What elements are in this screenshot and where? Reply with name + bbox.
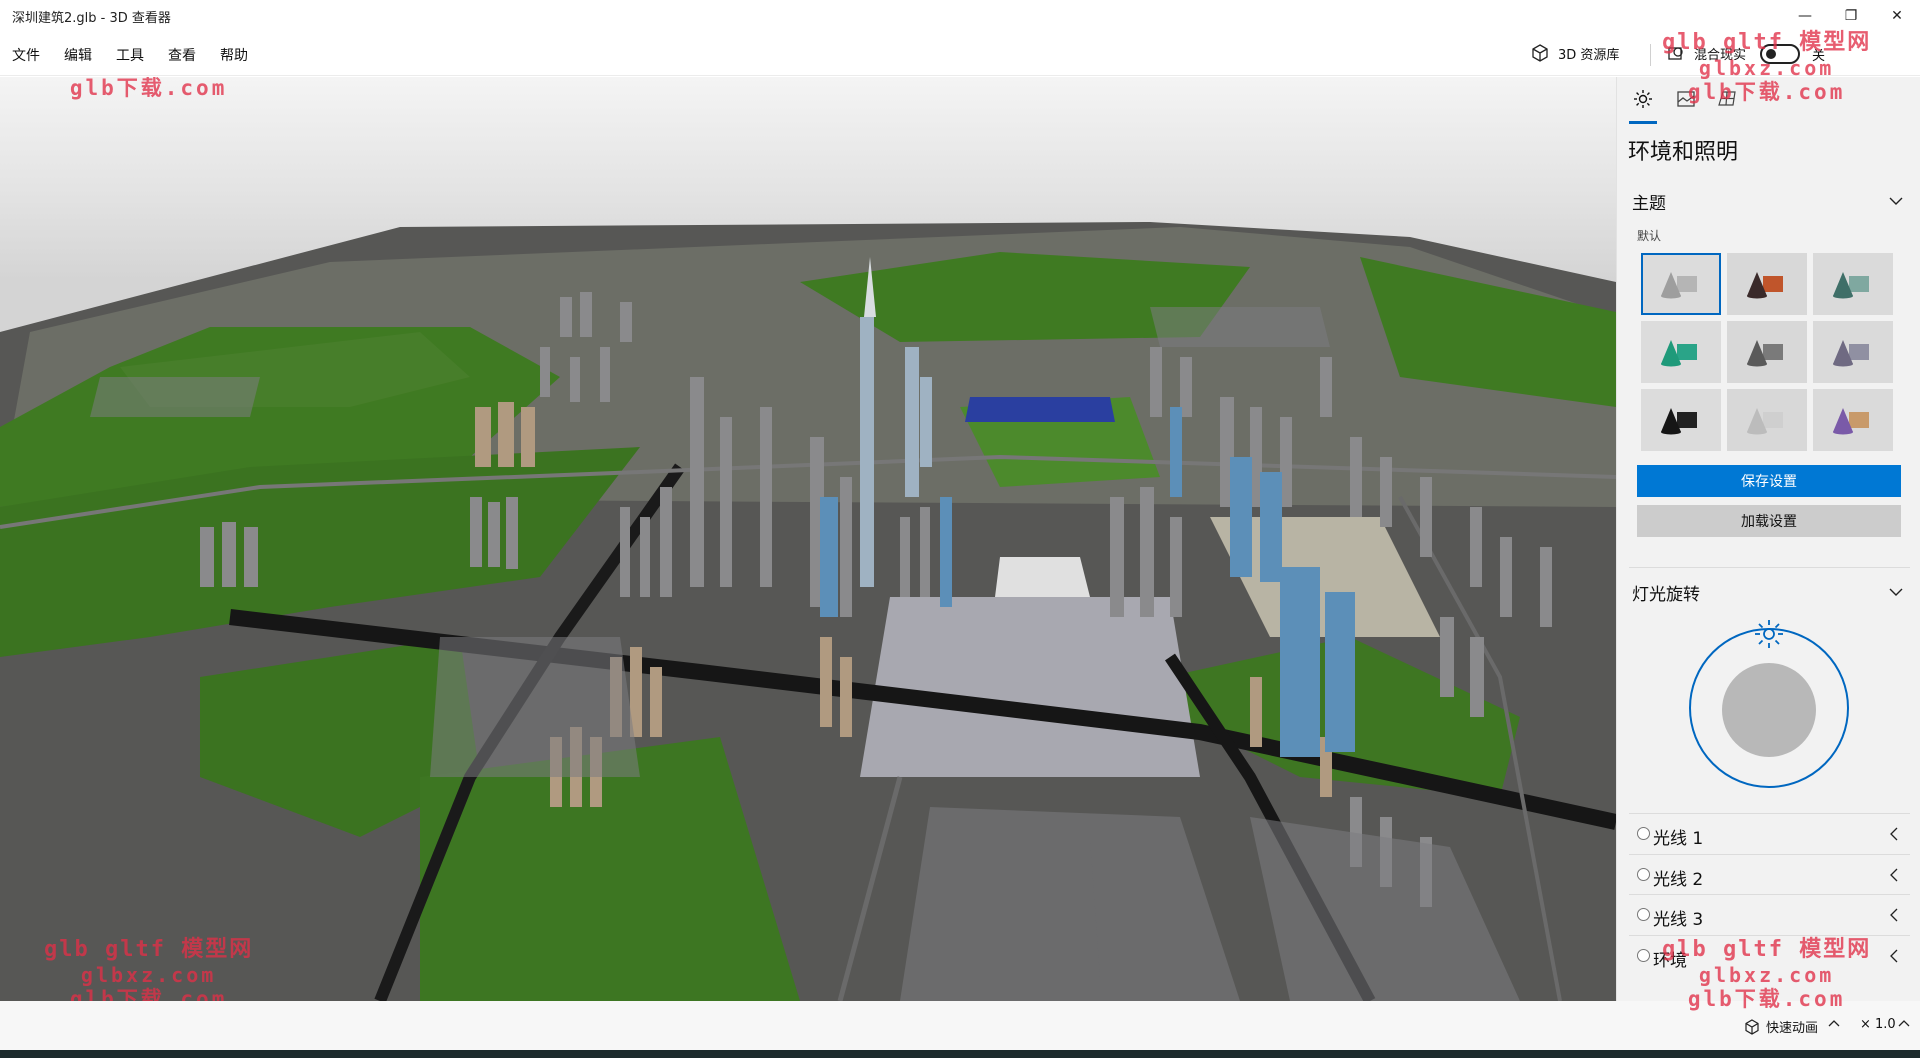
window-title: 深圳建筑2.glb - 3D 查看器 xyxy=(12,11,171,26)
menu-view[interactable]: 查看 xyxy=(168,45,196,65)
theme-preview-icon xyxy=(1661,272,1697,299)
mixed-reality-button[interactable]: 混合现实 xyxy=(1666,43,1746,63)
light-row[interactable]: 光线 3 xyxy=(1617,895,1920,935)
light-label: 光线 1 xyxy=(1653,829,1704,849)
light-label: 环境 xyxy=(1653,951,1687,971)
theme-tile[interactable] xyxy=(1727,389,1807,451)
theme-preview-icon xyxy=(1833,340,1869,367)
theme-tile[interactable] xyxy=(1641,253,1721,315)
mixed-reality-icon xyxy=(1668,47,1683,60)
environment-panel: 环境和照明 主题 默认 保存设置 加载设置 灯光旋转 光线 1 光线 2 光线 3 环… xyxy=(1616,77,1920,1001)
grid-icon xyxy=(1718,91,1736,106)
divider xyxy=(1629,854,1910,855)
chevron-left-icon[interactable] xyxy=(1889,826,1899,842)
theme-default-label: 默认 xyxy=(1637,229,1662,243)
tab-environment[interactable] xyxy=(1629,87,1657,124)
close-button[interactable]: ✕ xyxy=(1874,0,1920,32)
mixed-reality-state: 关 xyxy=(1812,49,1826,64)
theme-tile[interactable] xyxy=(1727,253,1807,315)
light-row[interactable]: 环境 xyxy=(1617,936,1920,976)
taskbar xyxy=(0,1050,1920,1058)
minimize-icon: — xyxy=(1798,8,1812,24)
status-bar: 快速动画 × 1.0 xyxy=(0,1001,1920,1050)
maximize-button[interactable]: ❐ xyxy=(1828,0,1874,32)
light-radio[interactable] xyxy=(1637,827,1650,840)
theme-tile[interactable] xyxy=(1813,321,1893,383)
divider xyxy=(1629,935,1910,936)
animation-cube-icon xyxy=(1745,1018,1759,1035)
menu-file[interactable]: 文件 xyxy=(12,45,40,65)
light-label: 光线 3 xyxy=(1653,910,1704,930)
light-radio[interactable] xyxy=(1637,868,1650,881)
image-stats-icon xyxy=(1677,91,1695,107)
menu-tools[interactable]: 工具 xyxy=(116,45,144,65)
3d-library-label: 3D 资源库 xyxy=(1558,47,1620,63)
title-bar: 深圳建筑2.glb - 3D 查看器 — ❐ ✕ xyxy=(0,0,1920,32)
menu-bar: 文件 编辑 工具 查看 帮助 3D 资源库 混合现实 xyxy=(0,32,1920,76)
chevron-up-icon[interactable] xyxy=(1898,1018,1910,1028)
theme-preview-icon xyxy=(1747,340,1783,367)
chevron-up-icon[interactable] xyxy=(1828,1018,1840,1028)
restore-icon: ❐ xyxy=(1844,8,1858,24)
cube-icon xyxy=(1532,44,1548,62)
chevron-left-icon[interactable] xyxy=(1889,907,1899,923)
theme-preview-icon xyxy=(1661,340,1697,367)
mixed-reality-label: 混合现实 xyxy=(1694,47,1747,63)
close-icon: ✕ xyxy=(1891,8,1903,24)
chevron-down-icon[interactable] xyxy=(1888,586,1904,598)
theme-tile[interactable] xyxy=(1641,389,1721,451)
command-separator xyxy=(1650,44,1651,66)
light-row[interactable]: 光线 1 xyxy=(1617,814,1920,854)
playback-speed[interactable]: × 1.0 xyxy=(1860,1017,1896,1032)
theme-tile[interactable] xyxy=(1813,253,1893,315)
theme-tile[interactable] xyxy=(1813,389,1893,451)
animation-selector[interactable]: 快速动画 xyxy=(1744,1017,1818,1036)
theme-grid xyxy=(1641,253,1893,453)
city-model[interactable] xyxy=(0,77,1616,1001)
light-row[interactable]: 光线 2 xyxy=(1617,855,1920,895)
tab-grid[interactable] xyxy=(1715,87,1739,111)
theme-preview-icon xyxy=(1747,408,1783,435)
menu-help[interactable]: 帮助 xyxy=(220,45,248,65)
animation-label: 快速动画 xyxy=(1766,1021,1819,1036)
tab-stats[interactable] xyxy=(1674,87,1698,111)
theme-section-header[interactable]: 主题 xyxy=(1632,189,1666,214)
toggle-knob xyxy=(1766,49,1776,59)
theme-preview-icon xyxy=(1661,408,1697,435)
theme-tile[interactable] xyxy=(1641,321,1721,383)
chevron-left-icon[interactable] xyxy=(1889,867,1899,883)
menu-edit[interactable]: 编辑 xyxy=(64,45,92,65)
divider xyxy=(1629,567,1910,568)
3d-library-button[interactable]: 3D 资源库 xyxy=(1530,43,1619,63)
sun-icon xyxy=(1634,90,1652,108)
chevron-down-icon[interactable] xyxy=(1888,195,1904,207)
light-radio[interactable] xyxy=(1637,949,1650,962)
divider xyxy=(1629,813,1910,814)
theme-tile[interactable] xyxy=(1727,321,1807,383)
chevron-left-icon[interactable] xyxy=(1889,948,1899,964)
load-settings-button[interactable]: 加载设置 xyxy=(1637,505,1901,537)
light-radio[interactable] xyxy=(1637,908,1650,921)
light-rotation-section-header[interactable]: 灯光旋转 xyxy=(1632,580,1700,605)
divider xyxy=(1629,894,1910,895)
theme-preview-icon xyxy=(1833,272,1869,299)
light-label: 光线 2 xyxy=(1653,870,1704,890)
mixed-reality-toggle[interactable] xyxy=(1760,44,1800,64)
theme-preview-icon xyxy=(1833,408,1869,435)
minimize-button[interactable]: — xyxy=(1782,0,1828,32)
light-dial-core xyxy=(1722,663,1816,757)
save-settings-button[interactable]: 保存设置 xyxy=(1637,465,1901,497)
3d-viewport[interactable]: glb gltf 模型网 glbxz.com glb下载.com glb glt… xyxy=(0,77,1616,1001)
panel-title: 环境和照明 xyxy=(1628,140,1739,165)
theme-preview-icon xyxy=(1747,272,1783,299)
light-rotation-dial[interactable] xyxy=(1689,628,1849,788)
